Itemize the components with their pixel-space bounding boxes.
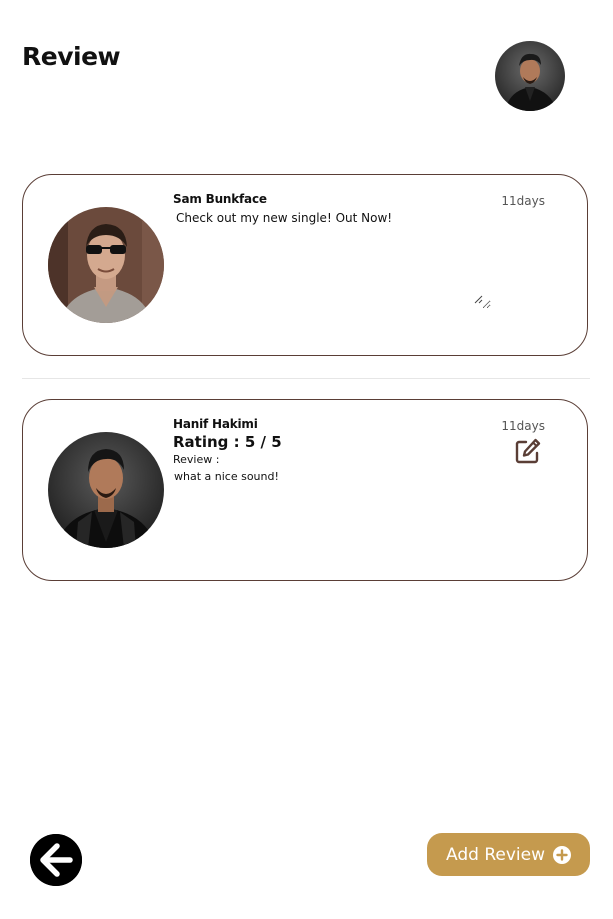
add-review-button[interactable]: Add Review — [427, 833, 590, 876]
review-time: 11days — [501, 419, 545, 433]
author-name: Sam Bunkface — [173, 192, 267, 206]
review-rating: Rating : 5 / 5 — [173, 433, 282, 451]
resize-grip-icon[interactable] — [474, 295, 483, 304]
author-name: Hanif Hakimi — [173, 417, 258, 431]
review-label: Review : — [173, 453, 220, 466]
author-avatar-image — [48, 432, 164, 548]
review-card: Hanif Hakimi 11days Rating : 5 / 5 Revie… — [22, 399, 588, 581]
user-avatar[interactable] — [495, 41, 565, 111]
review-time: 11days — [501, 194, 545, 208]
author-avatar-image — [48, 207, 164, 323]
arrow-left-icon — [30, 834, 82, 886]
page-title: Review — [22, 42, 121, 71]
review-text-input[interactable]: Check out my new single! Out Now! — [173, 209, 491, 309]
add-review-label: Add Review — [446, 844, 545, 865]
divider — [22, 378, 590, 379]
user-avatar-image — [495, 41, 565, 111]
review-text: what a nice sound! — [174, 470, 279, 483]
author-avatar — [48, 432, 164, 548]
author-avatar — [48, 207, 164, 323]
edit-icon[interactable] — [514, 437, 542, 465]
review-card: Sam Bunkface 11days Check out my new sin… — [22, 174, 588, 356]
plus-circle-icon — [552, 845, 571, 864]
back-button[interactable] — [30, 834, 82, 886]
